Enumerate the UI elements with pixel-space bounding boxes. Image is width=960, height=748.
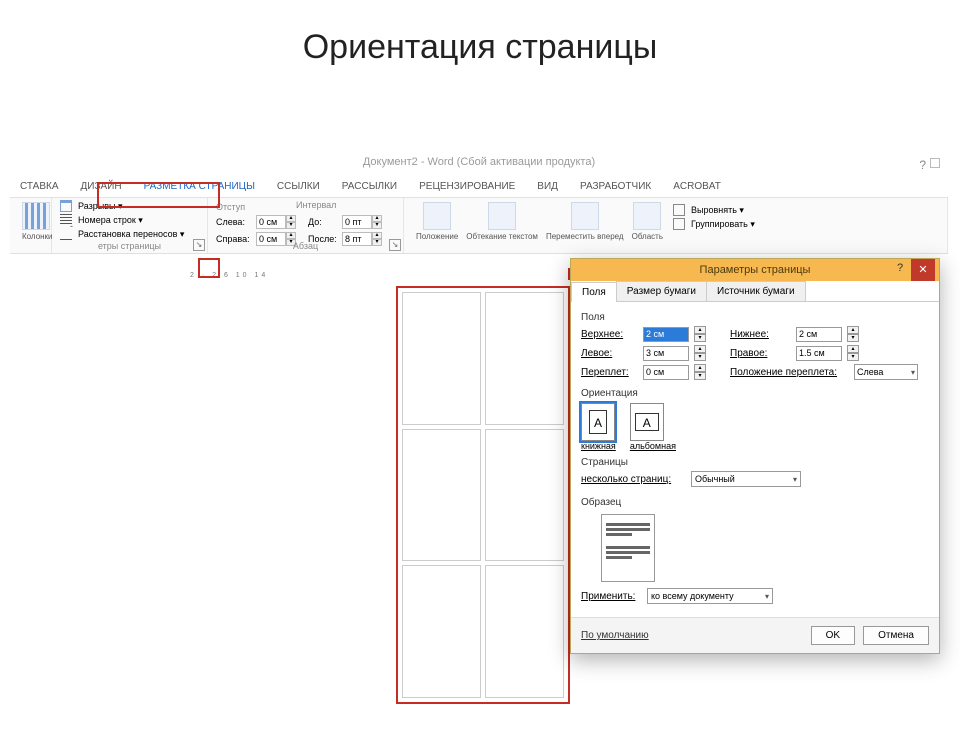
spacing-before-label: До: bbox=[308, 217, 336, 227]
hyphenation-button[interactable]: Расстановка переносов ▾ bbox=[78, 229, 184, 240]
wrap-text-button[interactable]: Обтекание текстом bbox=[466, 232, 538, 241]
position-button[interactable]: Положение bbox=[416, 232, 458, 241]
gutter-pos-label: Положение переплета: bbox=[730, 367, 848, 378]
section-orientation: Ориентация bbox=[581, 388, 929, 399]
group-button[interactable]: Группировать ▾ bbox=[691, 219, 755, 230]
breaks-icon bbox=[60, 200, 72, 212]
ribbon-tabs: СТАВКА ДИЗАЙН РАЗМЕТКА СТРАНИЦЫ ССЫЛКИ Р… bbox=[10, 176, 948, 198]
tab-review[interactable]: РЕЦЕНЗИРОВАНИЕ bbox=[415, 178, 519, 195]
indent-left-label: Слева: bbox=[216, 217, 250, 227]
section-preview: Образец bbox=[581, 497, 929, 508]
margin-left-input[interactable] bbox=[643, 346, 689, 361]
wrap-text-icon[interactable] bbox=[488, 202, 516, 230]
ruler: 2 · 2 6 10 14 bbox=[190, 272, 268, 279]
help-icon[interactable]: ? bbox=[919, 158, 926, 172]
breaks-button[interactable]: Разрывы ▾ bbox=[78, 201, 122, 212]
columns-button[interactable]: Колонки bbox=[22, 232, 39, 241]
ribbon: Колонки Разрывы ▾ Номера строк ▾ Расстан… bbox=[10, 198, 948, 254]
bring-forward-button[interactable]: Переместить вперед bbox=[546, 232, 624, 241]
orientation-landscape[interactable]: A bbox=[630, 403, 664, 441]
margin-bottom-input[interactable] bbox=[796, 327, 842, 342]
group-icon bbox=[673, 218, 685, 230]
tab-design[interactable]: ДИЗАЙН bbox=[77, 178, 126, 195]
multiple-pages-select[interactable]: Обычный▾ bbox=[691, 471, 801, 487]
ok-button[interactable]: OK bbox=[811, 626, 855, 645]
orientation-portrait[interactable]: A bbox=[581, 403, 615, 441]
align-button[interactable]: Выровнять ▾ bbox=[691, 205, 744, 216]
tab-references[interactable]: ССЫЛКИ bbox=[273, 178, 324, 195]
page-thumb[interactable] bbox=[485, 429, 564, 562]
paragraph-group-label: Абзац bbox=[208, 241, 403, 251]
cancel-button[interactable]: Отмена bbox=[863, 626, 929, 645]
tab-mailings[interactable]: РАССЫЛКИ bbox=[338, 178, 401, 195]
dialog-title: Параметры страницы bbox=[700, 264, 811, 276]
section-margins: Поля bbox=[581, 312, 929, 323]
page-thumbnails bbox=[396, 286, 570, 704]
line-numbers-button[interactable]: Номера строк ▾ bbox=[78, 215, 143, 226]
chevron-down-icon: ▾ bbox=[793, 475, 797, 484]
spacing-before-input[interactable] bbox=[342, 215, 372, 229]
dialog-tab-margins[interactable]: Поля bbox=[571, 282, 617, 302]
selection-pane-button[interactable]: Область bbox=[632, 232, 663, 241]
hyphenation-icon bbox=[60, 228, 72, 240]
apply-to-select[interactable]: ко всему документу▾ bbox=[647, 588, 773, 604]
margin-bottom-label: Нижнее: bbox=[730, 329, 790, 340]
orientation-portrait-label: книжная bbox=[581, 441, 616, 451]
chevron-down-icon: ▾ bbox=[911, 368, 915, 377]
margin-top-input[interactable] bbox=[643, 327, 689, 342]
page-setup-dialog: Параметры страницы ? ✕ Поля Размер бумаг… bbox=[570, 258, 940, 654]
paragraph-launcher[interactable]: ↘ bbox=[389, 239, 401, 251]
tab-developer[interactable]: РАЗРАБОТЧИК bbox=[576, 178, 655, 195]
indent-left-input[interactable] bbox=[256, 215, 286, 229]
tab-view[interactable]: ВИД bbox=[533, 178, 562, 195]
margin-preview bbox=[601, 514, 655, 582]
section-pages: Страницы bbox=[581, 457, 929, 468]
align-icon bbox=[673, 204, 685, 216]
dialog-help-icon[interactable]: ? bbox=[891, 262, 909, 278]
bring-forward-icon[interactable] bbox=[571, 202, 599, 230]
spacing-header: Интервал bbox=[296, 200, 336, 210]
orientation-landscape-label: альбомная bbox=[630, 441, 676, 451]
gutter-input[interactable] bbox=[643, 365, 689, 380]
dialog-titlebar: Параметры страницы ? ✕ bbox=[571, 259, 939, 281]
page-setup-group-label: етры страницы bbox=[52, 241, 207, 251]
tab-insert[interactable]: СТАВКА bbox=[16, 178, 63, 195]
apply-to-label: Применить: bbox=[581, 591, 641, 602]
chevron-down-icon: ▾ bbox=[765, 592, 769, 601]
doc-title: Документ2 - Word (Сбой активации продукт… bbox=[363, 156, 595, 168]
dialog-close-icon[interactable]: ✕ bbox=[911, 259, 935, 281]
gutter-pos-select[interactable]: Слева▾ bbox=[854, 364, 918, 380]
page-thumb[interactable] bbox=[402, 292, 481, 425]
ribbon-collapse-icon[interactable] bbox=[930, 158, 940, 168]
page-thumb[interactable] bbox=[402, 429, 481, 562]
margin-top-label: Верхнее: bbox=[581, 329, 637, 340]
slide-title: Ориентация страницы bbox=[0, 28, 960, 67]
margin-left-label: Левое: bbox=[581, 348, 637, 359]
page-thumb[interactable] bbox=[402, 565, 481, 698]
selection-pane-icon[interactable] bbox=[633, 202, 661, 230]
spin-up-icon[interactable]: ▴ bbox=[286, 215, 296, 222]
default-button[interactable]: По умолчанию bbox=[581, 630, 649, 641]
multiple-pages-label: несколько страниц: bbox=[581, 474, 685, 485]
page-setup-launcher[interactable]: ↘ bbox=[193, 239, 205, 251]
dialog-tabs: Поля Размер бумаги Источник бумаги bbox=[571, 281, 939, 302]
margin-right-input[interactable] bbox=[796, 346, 842, 361]
columns-icon[interactable] bbox=[22, 202, 50, 230]
gutter-label: Переплет: bbox=[581, 367, 637, 378]
page-thumb[interactable] bbox=[485, 292, 564, 425]
dialog-tab-source[interactable]: Источник бумаги bbox=[706, 281, 806, 301]
position-icon[interactable] bbox=[423, 202, 451, 230]
spin-down-icon[interactable]: ▾ bbox=[286, 222, 296, 229]
dialog-tab-paper[interactable]: Размер бумаги bbox=[616, 281, 707, 301]
tab-page-layout[interactable]: РАЗМЕТКА СТРАНИЦЫ bbox=[140, 178, 259, 195]
page-thumb[interactable] bbox=[485, 565, 564, 698]
tab-acrobat[interactable]: ACROBAT bbox=[669, 178, 725, 195]
titlebar: Документ2 - Word (Сбой активации продукт… bbox=[10, 156, 948, 176]
margin-right-label: Правое: bbox=[730, 348, 790, 359]
